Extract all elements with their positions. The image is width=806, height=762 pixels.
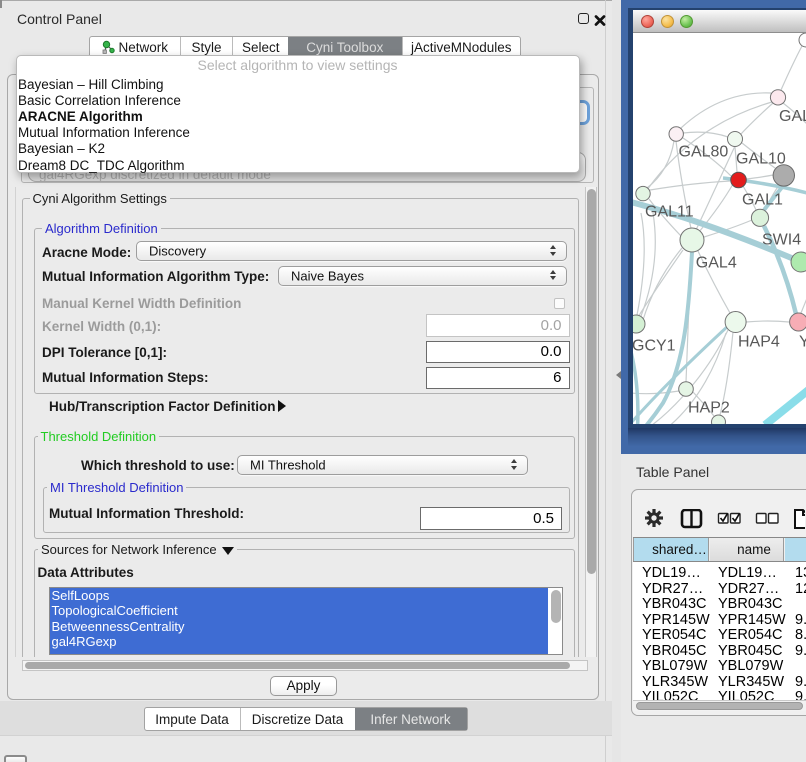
svg-text:GAL1: GAL1 xyxy=(742,192,783,209)
svg-text:GAL4: GAL4 xyxy=(696,255,737,272)
svg-text:Y: Y xyxy=(799,334,806,351)
svg-text:GAL11: GAL11 xyxy=(645,204,694,221)
svg-text:GAL7: GAL7 xyxy=(779,108,806,125)
svg-text:HAP2: HAP2 xyxy=(688,400,730,417)
svg-text:GAL10: GAL10 xyxy=(736,151,786,168)
svg-text:SWI4: SWI4 xyxy=(762,232,801,249)
svg-text:GCY1: GCY1 xyxy=(633,338,676,355)
svg-text:GAL80: GAL80 xyxy=(679,144,729,161)
svg-text:HAP4: HAP4 xyxy=(738,334,780,351)
